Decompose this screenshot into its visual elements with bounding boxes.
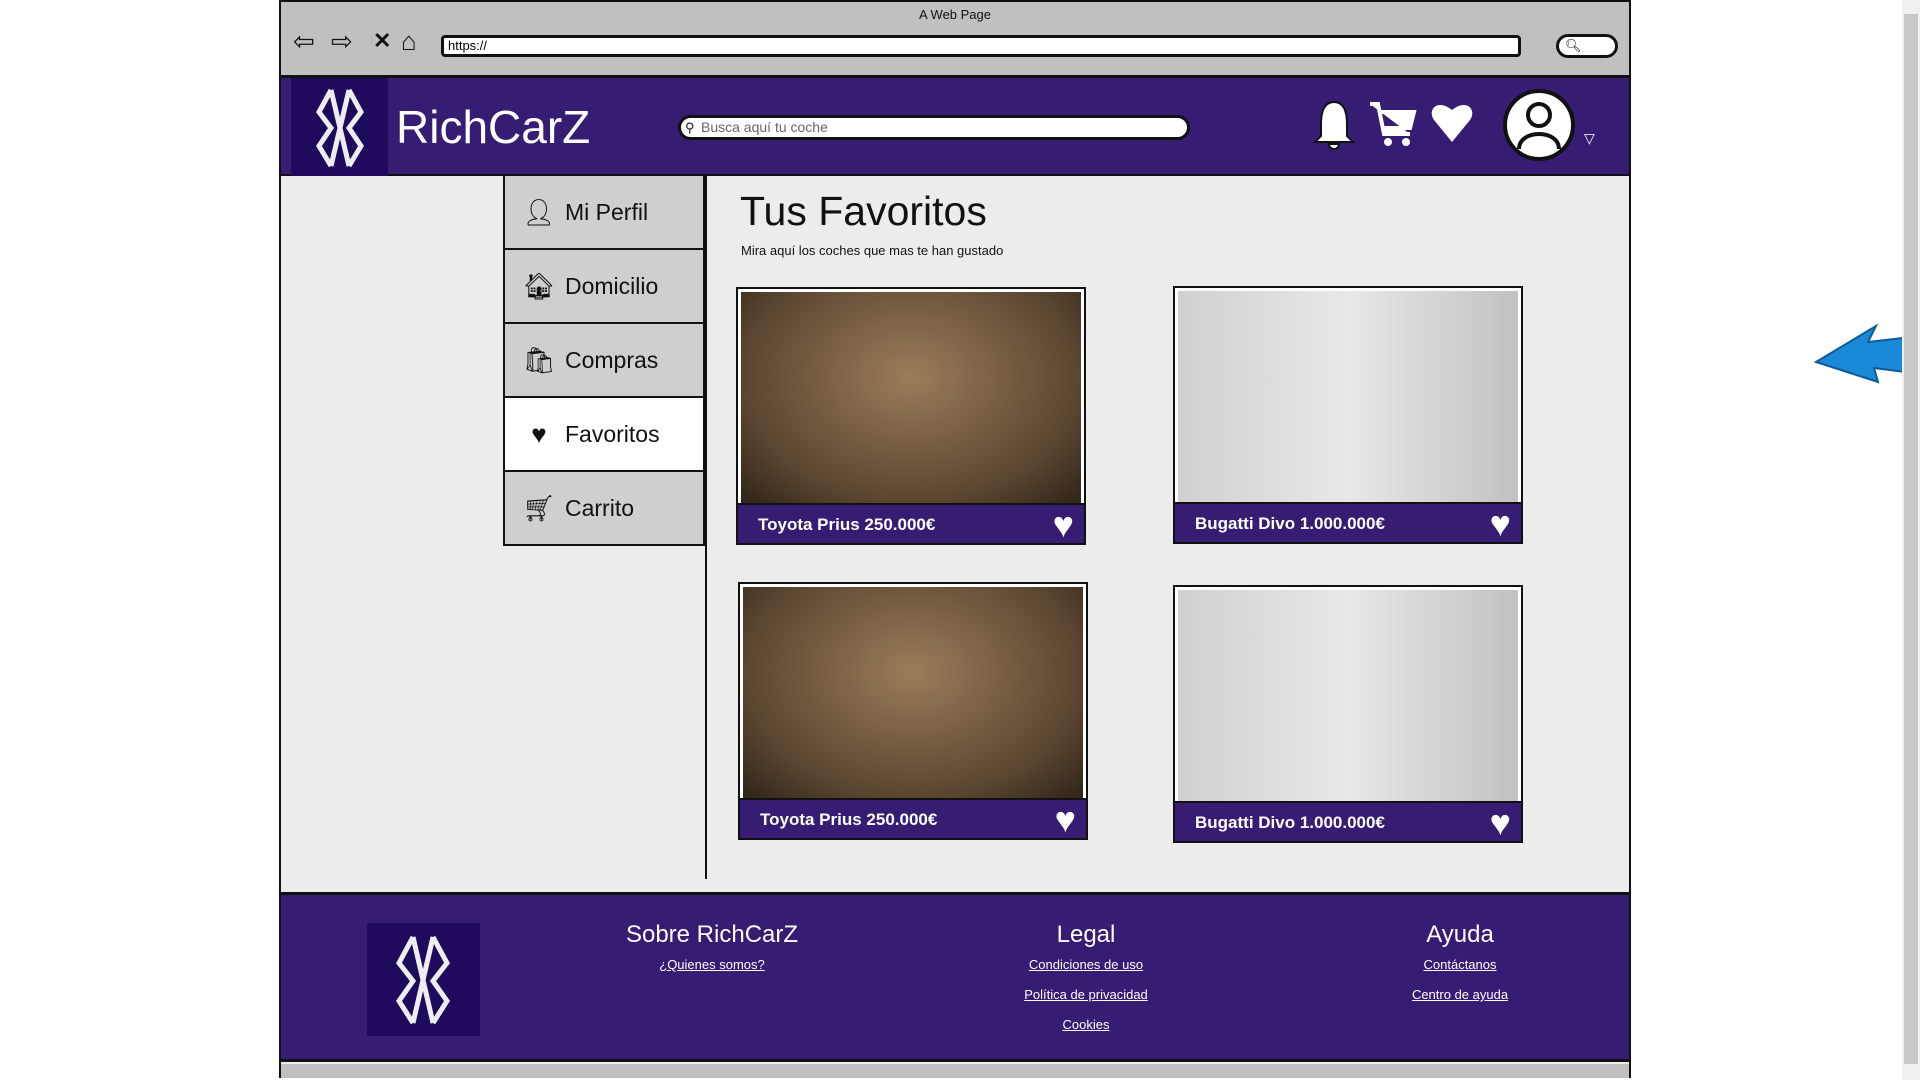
footer-link[interactable]: Contáctanos	[1310, 957, 1610, 972]
card-caption: Bugatti Divo 1.000.000€	[1195, 514, 1385, 533]
home-icon: 🏠︎	[522, 270, 556, 301]
footer-link[interactable]: ¿Quienes somos?	[562, 957, 862, 972]
heart-icon[interactable]: ♥	[1053, 505, 1074, 545]
sidebar-item-favoritos[interactable]: ♥ Favoritos	[503, 398, 705, 472]
favorite-card[interactable]: Bugatti Divo 1.000.000€ ♥	[1173, 286, 1523, 544]
footer-link[interactable]: Centro de ayuda	[1310, 987, 1610, 1002]
footer-link[interactable]: Política de privacidad	[936, 987, 1236, 1002]
forward-icon[interactable]: ⇨	[331, 26, 353, 57]
car-image	[741, 292, 1081, 504]
footer-heading: Legal	[1056, 921, 1116, 948]
sidebar-item-label: Carrito	[565, 494, 635, 521]
sidebar: 👤︎ Mi Perfil 🏠︎ Domicilio 🛍︎ Compras ♥ Favor…	[503, 176, 707, 879]
sidebar-item-compras[interactable]: 🛍︎ Compras	[503, 324, 705, 398]
card-caption: Toyota Prius 250.000€	[760, 810, 938, 829]
footer-link[interactable]: Condiciones de uso	[936, 957, 1236, 972]
bag-icon: 🛍︎	[522, 344, 556, 375]
window-title: A Web Page	[918, 7, 992, 22]
home-icon[interactable]: ⌂	[401, 26, 417, 57]
heart-icon[interactable]: ♥	[1490, 504, 1511, 544]
browser-bottom-bar	[281, 1064, 1629, 1078]
logo-mark-icon	[395, 935, 451, 1025]
site-header: RichCarZ ⚲ Busca aquí tu coche ▽	[281, 78, 1629, 176]
user-icon: 👤︎	[522, 196, 556, 227]
search-icon: 🔍︎	[1565, 38, 1582, 53]
cart-icon: 🛒︎	[522, 492, 556, 523]
browser-search[interactable]: 🔍︎	[1556, 34, 1618, 58]
favorite-card[interactable]: Toyota Prius 250.000€ ♥	[738, 582, 1088, 840]
user-icon	[1517, 102, 1561, 150]
browser-window: A Web Page ⇦ ⇨ ✕ ⌂ https:// 🔍︎ RichCarZ …	[279, 0, 1631, 1078]
sidebar-item-label: Favoritos	[565, 420, 660, 447]
search-placeholder: Busca aquí tu coche	[701, 119, 828, 135]
logo[interactable]	[291, 78, 388, 176]
car-image	[1178, 291, 1518, 503]
footer-heading: Sobre RichCarZ	[625, 921, 799, 948]
back-icon[interactable]: ⇦	[293, 26, 315, 57]
card-caption: Toyota Prius 250.000€	[758, 515, 936, 534]
search-icon: ⚲	[685, 120, 695, 135]
user-avatar[interactable]	[1503, 89, 1575, 161]
logo-mark-icon	[316, 88, 364, 168]
heart-icon[interactable]: ♥	[1490, 803, 1511, 843]
sidebar-item-label: Domicilio	[565, 272, 659, 299]
bell-icon[interactable]	[1311, 98, 1357, 150]
footer-col-legal: Legal Condiciones de uso Política de priva…	[936, 921, 1236, 1047]
favorite-card[interactable]: Toyota Prius 250.000€ ♥	[736, 287, 1086, 545]
sidebar-item-carrito[interactable]: 🛒︎ Carrito	[503, 472, 705, 546]
sidebar-item-label: Mi Perfil	[565, 198, 649, 225]
site-footer: Sobre RichCarZ ¿Quienes somos? Legal Condi…	[281, 892, 1629, 1062]
footer-logo	[367, 923, 480, 1036]
close-icon[interactable]: ✕	[373, 28, 391, 54]
url-bar[interactable]: https://	[441, 35, 1521, 57]
heart-icon[interactable]: ♥	[1055, 800, 1076, 840]
footer-heading: Ayuda	[1426, 921, 1494, 948]
scrollbar-thumb[interactable]	[1904, 14, 1918, 1064]
heart-icon: ♥	[531, 418, 547, 449]
footer-col-sobre: Sobre RichCarZ ¿Quienes somos?	[562, 921, 862, 987]
footer-link[interactable]: Cookies	[936, 1017, 1236, 1032]
brand-name[interactable]: RichCarZ	[396, 100, 590, 154]
heart-icon[interactable]	[1429, 98, 1475, 148]
favorite-card[interactable]: Bugatti Divo 1.000.000€ ♥	[1173, 585, 1523, 843]
car-image	[743, 587, 1083, 799]
page-subtitle: Mira aquí los coches que mas te han gust…	[741, 243, 1004, 258]
car-image	[1178, 590, 1518, 802]
browser-chrome: A Web Page ⇦ ⇨ ✕ ⌂ https:// 🔍︎	[281, 2, 1629, 78]
card-caption: Bugatti Divo 1.000.000€	[1195, 813, 1385, 832]
footer-col-ayuda: Ayuda Contáctanos Centro de ayuda	[1310, 921, 1610, 1017]
cart-icon[interactable]	[1368, 98, 1418, 150]
search-input[interactable]: ⚲ Busca aquí tu coche	[678, 115, 1190, 140]
sidebar-item-label: Compras	[565, 346, 659, 373]
chevron-down-icon[interactable]: ▽	[1584, 130, 1595, 147]
sidebar-item-mi-perfil[interactable]: 👤︎ Mi Perfil	[503, 176, 705, 250]
page-title: Tus Favoritos	[740, 188, 987, 234]
sidebar-item-domicilio[interactable]: 🏠︎ Domicilio	[503, 250, 705, 324]
